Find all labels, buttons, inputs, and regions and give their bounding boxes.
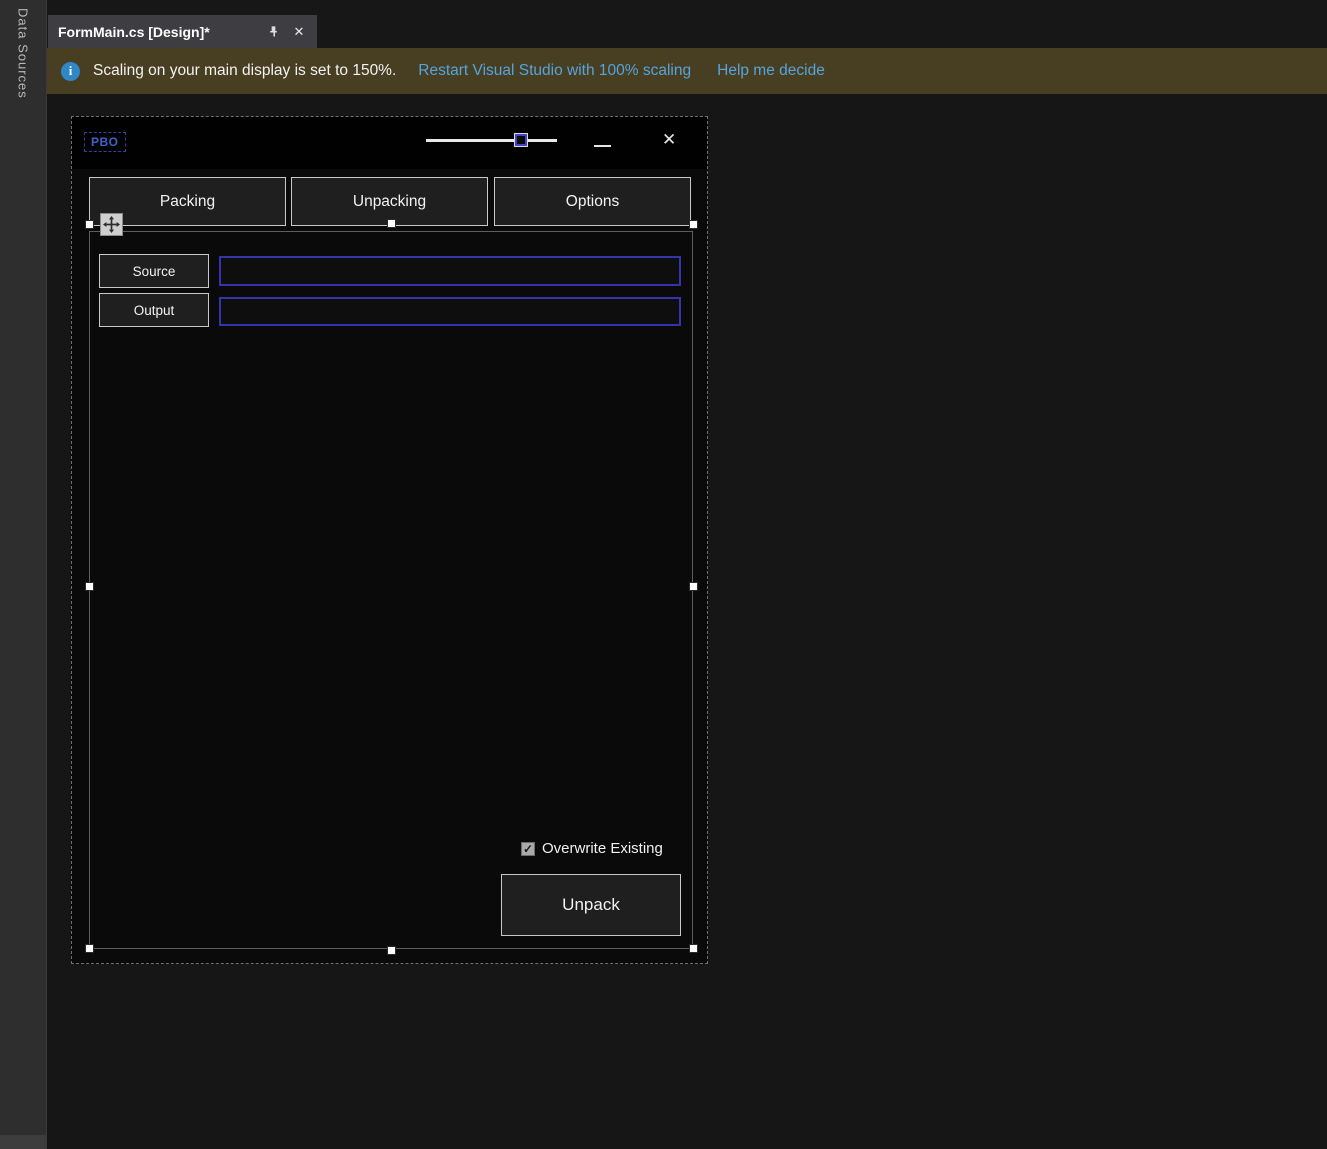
output-button[interactable]: Output: [99, 293, 209, 327]
output-input[interactable]: [219, 297, 681, 326]
document-tab-title: FormMain.cs [Design]*: [58, 23, 210, 40]
selection-handle[interactable]: [387, 946, 396, 955]
selection-handle[interactable]: [387, 219, 396, 228]
unpack-button[interactable]: Unpack: [501, 874, 681, 936]
data-sources-label: Data Sources: [15, 8, 31, 99]
data-sources-panel[interactable]: Data Sources: [0, 0, 47, 1149]
form-close-icon[interactable]: ✕: [662, 130, 676, 150]
trackbar-control[interactable]: [426, 139, 557, 142]
scrollbar-corner: [0, 1135, 46, 1149]
selection-handle[interactable]: [85, 944, 94, 953]
source-input[interactable]: [219, 256, 681, 286]
checkbox-check-icon[interactable]: ✓: [521, 841, 535, 856]
options-button[interactable]: Options: [494, 177, 691, 226]
source-button[interactable]: Source: [99, 254, 209, 288]
selection-handle[interactable]: [689, 582, 698, 591]
selection-handle[interactable]: [689, 220, 698, 229]
pin-icon[interactable]: [265, 24, 281, 40]
minimize-icon[interactable]: [594, 145, 611, 147]
selection-handle[interactable]: [689, 944, 698, 953]
designed-form[interactable]: PBO ✕ Packing Unpacking Options Source O…: [71, 116, 708, 964]
form-title-label[interactable]: PBO: [84, 132, 126, 152]
info-bar: i Scaling on your main display is set to…: [47, 48, 1327, 94]
overwrite-existing-label: Overwrite Existing: [542, 840, 663, 857]
form-title-bar: PBO ✕: [72, 117, 707, 169]
restart-scaling-link[interactable]: Restart Visual Studio with 100% scaling: [418, 62, 691, 80]
trackbar-thumb[interactable]: [515, 134, 527, 146]
selection-handle[interactable]: [85, 220, 94, 229]
selection-handle[interactable]: [85, 582, 94, 591]
document-tab[interactable]: FormMain.cs [Design]* ✕: [48, 15, 317, 48]
close-icon[interactable]: ✕: [291, 24, 307, 40]
vs-designer-window: Data Sources FormMain.cs [Design]* ✕ i S…: [0, 0, 1327, 1149]
help-me-decide-link[interactable]: Help me decide: [717, 62, 825, 80]
scaling-message: Scaling on your main display is set to 1…: [93, 62, 397, 79]
overwrite-existing-checkbox[interactable]: ✓ Overwrite Existing: [521, 840, 663, 857]
info-icon: i: [61, 61, 80, 81]
move-handle-icon[interactable]: [100, 213, 123, 236]
